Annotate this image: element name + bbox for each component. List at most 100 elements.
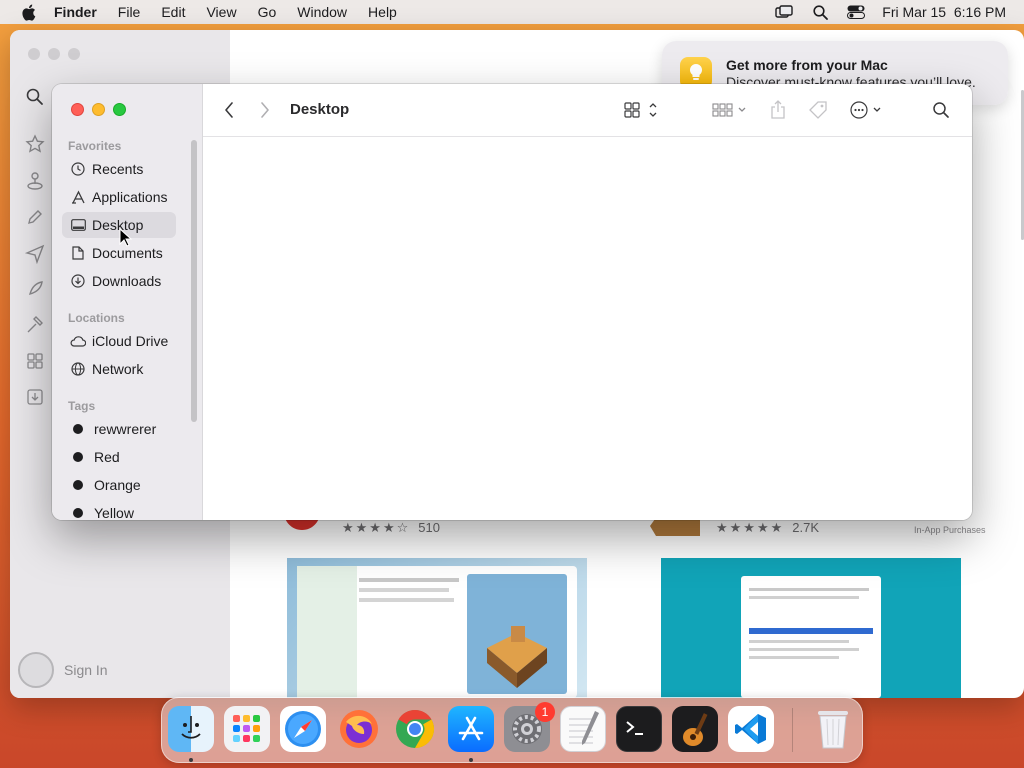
sidebar-item-network[interactable]: Network <box>62 356 176 382</box>
menu-edit[interactable]: Edit <box>161 4 185 20</box>
spotlight-search-icon[interactable] <box>810 2 830 22</box>
dock-safari-icon[interactable] <box>280 706 326 752</box>
sign-in-label: Sign In <box>64 662 108 678</box>
sidebar-item-label: Recents <box>92 161 144 177</box>
file-content-area[interactable] <box>203 137 972 520</box>
search-icon <box>933 102 949 118</box>
dock-textedit-icon[interactable] <box>560 706 606 752</box>
icon-view-grid-icon <box>624 102 657 118</box>
more-actions-button[interactable] <box>850 98 886 122</box>
dock-finder-icon[interactable] <box>168 706 214 752</box>
app-screenshot-card-2[interactable] <box>661 558 961 698</box>
sidebar-item-label: Network <box>92 361 144 377</box>
island-illustration <box>487 626 547 688</box>
tag-dot-icon <box>73 480 83 490</box>
tags-header: Tags <box>68 399 96 413</box>
app-rating-1: ★★★★☆ 510 <box>342 520 440 536</box>
screen-mirroring-icon[interactable] <box>774 2 794 22</box>
locations-header: Locations <box>68 311 125 325</box>
sidebar-scrollbar[interactable] <box>191 140 197 422</box>
inactive-minimize-button[interactable] <box>48 48 60 60</box>
dock-firefox-icon[interactable] <box>336 706 382 752</box>
discover-star-icon[interactable] <box>24 133 46 155</box>
group-button[interactable] <box>712 98 748 122</box>
back-button[interactable] <box>217 98 241 122</box>
dock-trash-icon[interactable] <box>810 706 856 752</box>
sign-in-button[interactable]: Sign In <box>18 652 108 688</box>
develop-hammer-icon[interactable] <box>24 314 46 336</box>
chevron-right-icon <box>261 102 269 118</box>
menu-app-name[interactable]: Finder <box>54 4 97 20</box>
updates-download-icon[interactable] <box>24 386 46 408</box>
inactive-maximize-button[interactable] <box>68 48 80 60</box>
share-button[interactable] <box>770 98 786 122</box>
desktop-icon <box>70 217 86 233</box>
applications-icon <box>70 189 86 205</box>
search-icon[interactable] <box>24 86 46 108</box>
tag-dot-icon <box>73 508 83 518</box>
notification-title: Get more from your Mac <box>726 56 888 73</box>
favorites-header: Favorites <box>68 139 122 153</box>
search-button[interactable] <box>932 98 950 122</box>
menu-bar: Finder File Edit View Go Window Help Fri… <box>0 0 1024 24</box>
menu-datetime[interactable]: Fri Mar 15 6:16 PM <box>882 4 1006 20</box>
sidebar-item-applications[interactable]: Applications <box>62 184 176 210</box>
dock-terminal-icon[interactable] <box>616 706 662 752</box>
dock-chrome-icon[interactable] <box>392 706 438 752</box>
minimize-button[interactable] <box>92 103 105 116</box>
rating-count: 2.7K <box>792 520 820 535</box>
play-rocket-icon[interactable] <box>24 278 46 300</box>
cloud-icon <box>70 333 86 349</box>
close-button[interactable] <box>71 103 84 116</box>
sidebar-item-label: iCloud Drive <box>92 333 169 349</box>
rating-stars: ★★★★☆ <box>342 520 411 535</box>
control-center-icon[interactable] <box>846 2 866 22</box>
apple-menu-icon[interactable] <box>18 2 38 22</box>
arcade-joystick-icon[interactable] <box>24 170 46 192</box>
downloads-icon <box>70 273 86 289</box>
rating-stars: ★★★★★ <box>716 520 785 535</box>
app-rating-2: ★★★★★ 2.7K <box>716 520 819 536</box>
group-grid-icon <box>712 103 746 117</box>
menu-go[interactable]: Go <box>258 4 277 20</box>
mouse-cursor-icon <box>119 228 133 247</box>
sidebar-item-label: Red <box>94 449 120 465</box>
menu-view[interactable]: View <box>206 4 236 20</box>
sidebar-item-label: Desktop <box>92 217 144 233</box>
sidebar-item-downloads[interactable]: Downloads <box>62 268 176 294</box>
dock-garageband-icon[interactable] <box>672 706 718 752</box>
dock-app-store-icon[interactable] <box>448 706 494 752</box>
sidebar-item-label: Downloads <box>92 273 162 289</box>
inactive-close-button[interactable] <box>28 48 40 60</box>
view-mode-button[interactable] <box>624 98 660 122</box>
menu-window[interactable]: Window <box>297 4 347 20</box>
forward-button[interactable] <box>253 98 277 122</box>
sidebar-item-icloud-drive[interactable]: iCloud Drive <box>62 328 176 354</box>
window-title: Desktop <box>290 101 350 118</box>
tag-dot-icon <box>73 452 83 462</box>
sidebar-item-label: Applications <box>92 189 168 205</box>
dock-launchpad-icon[interactable] <box>224 706 270 752</box>
dock-separator <box>792 708 793 752</box>
document-icon <box>70 245 86 261</box>
chevron-left-icon <box>225 102 233 118</box>
sidebar-item-label: rewwrerer <box>94 421 157 437</box>
sidebar-tag-yellow[interactable]: Yellow <box>62 500 176 520</box>
in-app-purchases-label: In-App Purchases <box>914 525 986 535</box>
clock-icon <box>70 161 86 177</box>
sidebar-tag-orange[interactable]: Orange <box>62 472 176 498</box>
categories-grid-icon[interactable] <box>24 350 46 372</box>
menu-help[interactable]: Help <box>368 4 397 20</box>
sidebar-tag-rewwrerer[interactable]: rewwrerer <box>62 416 176 442</box>
tags-button[interactable] <box>808 98 828 122</box>
menu-file[interactable]: File <box>118 4 141 20</box>
app-screenshot-card-1[interactable] <box>287 558 587 698</box>
tag-dot-icon <box>73 424 83 434</box>
sidebar-item-recents[interactable]: Recents <box>62 156 176 182</box>
create-brush-icon[interactable] <box>24 206 46 228</box>
maximize-button[interactable] <box>113 103 126 116</box>
sidebar-tag-red[interactable]: Red <box>62 444 176 470</box>
dock-vscode-icon[interactable] <box>728 706 774 752</box>
avatar <box>18 652 54 688</box>
work-send-icon[interactable] <box>24 242 46 264</box>
